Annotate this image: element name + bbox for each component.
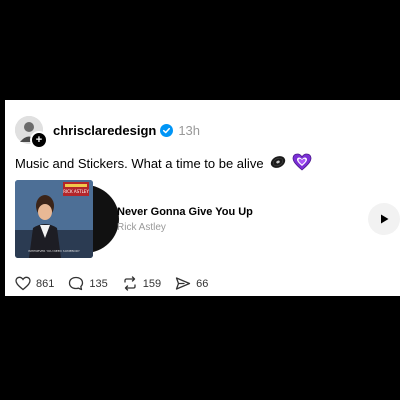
like-button[interactable]: 861 — [15, 276, 54, 291]
music-attachment[interactable]: RICK ASTLEY WHENEVER YOU NEED SOMEBODY N… — [15, 180, 400, 258]
album-cover: RICK ASTLEY WHENEVER YOU NEED SOMEBODY — [15, 180, 93, 258]
play-icon — [381, 214, 389, 224]
post-card: + chrisclaredesign 13h Music and Sticker… — [5, 100, 400, 296]
send-icon — [175, 277, 191, 290]
play-button[interactable] — [368, 203, 400, 235]
album-art-wrapper: RICK ASTLEY WHENEVER YOU NEED SOMEBODY — [15, 180, 119, 258]
action-bar: 861 135 159 66 — [15, 276, 222, 291]
post-body: Music and Stickers. What a time to be al… — [15, 153, 312, 174]
avatar[interactable]: + — [15, 116, 48, 149]
purple-heart-sticker-icon — [292, 153, 312, 174]
comment-count: 135 — [89, 277, 108, 290]
repost-count: 159 — [142, 277, 162, 290]
share-count: 66 — [196, 277, 209, 290]
post-timestamp: 13h — [178, 122, 201, 138]
share-button[interactable]: 66 — [175, 276, 208, 291]
album-top-label: RICK ASTLEY — [63, 189, 89, 194]
song-title: Never Gonna Give You Up — [117, 206, 253, 218]
post-header: + chrisclaredesign 13h — [15, 114, 201, 149]
vinyl-record-sticker-icon — [270, 154, 286, 173]
heart-icon — [15, 276, 31, 291]
like-count: 861 — [36, 277, 55, 290]
verified-badge-icon — [160, 123, 174, 137]
comment-icon — [69, 276, 84, 291]
follow-plus-icon[interactable]: + — [30, 131, 48, 149]
post-text: Music and Stickers. What a time to be al… — [15, 156, 264, 171]
song-artist: Rick Astley — [117, 222, 166, 233]
comment-button[interactable]: 135 — [68, 276, 108, 291]
album-bottom-label: WHENEVER YOU NEED SOMEBODY — [28, 249, 80, 253]
username[interactable]: chrisclaredesign — [53, 123, 156, 138]
repost-icon — [124, 276, 136, 291]
repost-button[interactable]: 159 — [122, 276, 161, 291]
